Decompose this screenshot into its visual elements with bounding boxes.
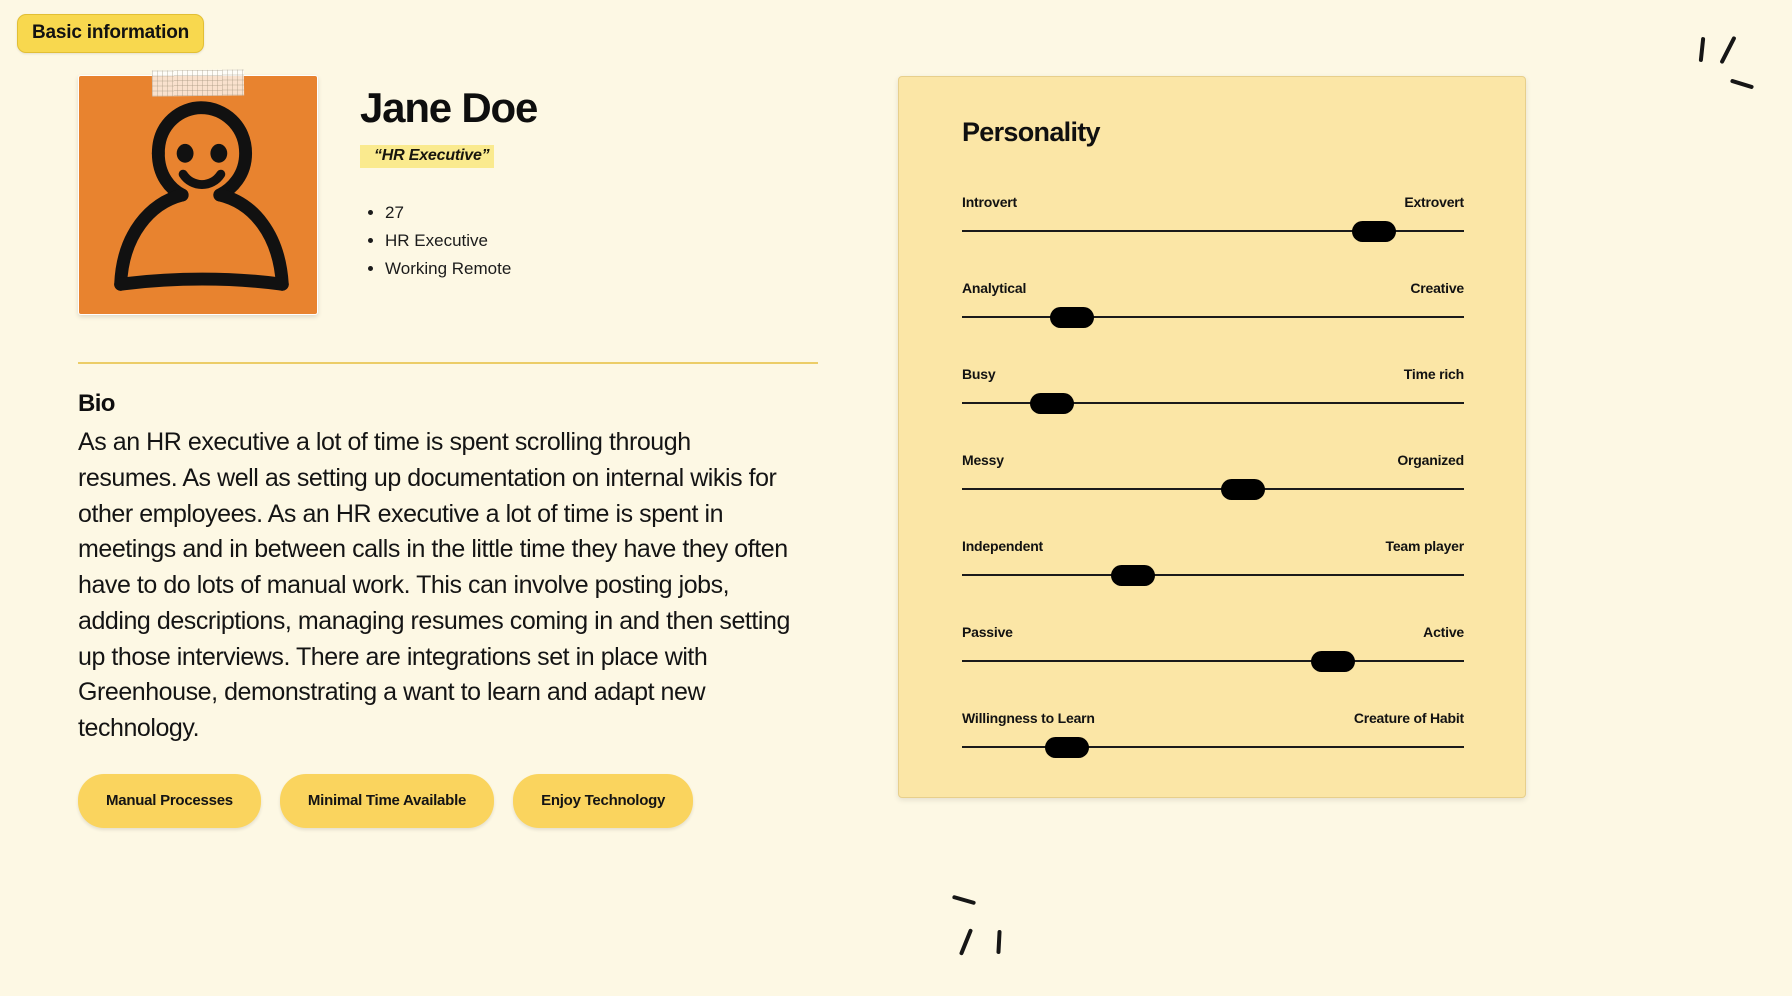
person-name: Jane Doe [360, 84, 538, 131]
avatar-card [78, 75, 318, 315]
slider-thumb[interactable] [1311, 651, 1356, 672]
slider-rail [962, 488, 1464, 490]
slider-rail [962, 746, 1464, 748]
slider-right-label: Organized [1397, 452, 1464, 468]
slider-track[interactable] [962, 220, 1464, 242]
identity-block: Jane Doe “HR Executive” 27 HR Executive … [360, 75, 538, 288]
personality-slider-list: Introvert Extrovert Analytical Creative [962, 194, 1464, 758]
slider-rail [962, 660, 1464, 662]
slider-track[interactable] [962, 306, 1464, 328]
person-avatar-illustration [114, 101, 289, 291]
list-item: 27 [385, 204, 537, 221]
personality-heading: Personality [962, 117, 1101, 147]
slider-thumb[interactable] [1110, 565, 1155, 586]
slider-left-label: Passive [962, 624, 1013, 640]
slider-track[interactable] [962, 564, 1464, 586]
tag-manual-processes[interactable]: Manual Processes [78, 773, 261, 828]
sketch-marks-top-right [1690, 34, 1790, 104]
avatar [78, 69, 318, 315]
sketch-stroke [996, 929, 1002, 955]
slider-thumb[interactable] [1221, 479, 1266, 500]
bio-heading: Bio [78, 390, 115, 417]
sketch-stroke [1719, 35, 1737, 65]
slider-thumb[interactable] [1050, 307, 1095, 328]
role-quote: “HR Executive” [360, 145, 495, 169]
profile-header: Jane Doe “HR Executive” 27 HR Executive … [78, 69, 838, 315]
slider-row-busy-time-rich: Busy Time rich [962, 366, 1464, 414]
list-item: HR Executive [385, 232, 537, 249]
slider-left-label: Analytical [962, 280, 1027, 296]
slider-track[interactable] [962, 478, 1464, 500]
personality-panel: Personality Introvert Extrovert Analytic… [898, 76, 1526, 798]
section-divider [78, 362, 818, 364]
slider-right-label: Active [1423, 624, 1464, 640]
quote-line: “HR Executive” [360, 145, 537, 169]
profile-column: Jane Doe “HR Executive” 27 HR Executive … [78, 69, 838, 828]
washi-tape-decoration [151, 69, 245, 97]
sketch-stroke [958, 928, 974, 956]
slider-row-analytical-creative: Analytical Creative [962, 280, 1464, 328]
slider-track[interactable] [962, 392, 1464, 414]
slider-right-label: Creative [1410, 280, 1464, 296]
slider-left-label: Busy [962, 366, 996, 382]
slider-track[interactable] [962, 736, 1464, 758]
slider-left-label: Willingness to Learn [962, 710, 1095, 726]
slider-row-independent-team-player: Independent Team player [962, 538, 1464, 586]
slider-right-label: Creature of Habit [1353, 710, 1464, 726]
slider-thumb[interactable] [1351, 221, 1396, 242]
slider-rail [962, 316, 1464, 318]
sketch-stroke [1729, 78, 1755, 90]
slider-row-passive-active: Passive Active [962, 624, 1464, 672]
slider-thumb[interactable] [1045, 737, 1090, 758]
sketch-stroke [1698, 36, 1706, 63]
slider-left-label: Messy [962, 452, 1004, 468]
profile-facts-list: 27 HR Executive Working Remote [385, 204, 537, 277]
slider-left-label: Introvert [962, 194, 1017, 210]
slider-right-label: Extrovert [1404, 194, 1464, 210]
slider-rail [962, 574, 1464, 576]
bio-text: As an HR executive a lot of time is spen… [78, 428, 790, 742]
sketch-stroke [951, 894, 977, 906]
tag-minimal-time-available[interactable]: Minimal Time Available [279, 773, 495, 828]
slider-left-label: Independent [962, 538, 1044, 554]
slider-row-introvert-extrovert: Introvert Extrovert [962, 194, 1464, 242]
slider-row-willingness-to-learn-creature-of-habit: Willingness to Learn Creature of Habit [962, 710, 1464, 758]
slider-right-label: Time rich [1403, 366, 1464, 382]
tag-list: Manual Processes Minimal Time Available … [78, 773, 838, 828]
slider-row-messy-organized: Messy Organized [962, 452, 1464, 500]
slider-right-label: Team player [1385, 538, 1465, 554]
persona-card-page: Basic information Jane Doe “HR Executive… [0, 0, 1792, 996]
slider-track[interactable] [962, 650, 1464, 672]
tag-enjoy-technology[interactable]: Enjoy Technology [513, 773, 694, 828]
section-badge-basic-information: Basic information [17, 14, 205, 53]
list-item: Working Remote [385, 260, 537, 277]
slider-thumb[interactable] [1030, 393, 1075, 414]
sketch-marks-bottom-left [951, 890, 1052, 970]
